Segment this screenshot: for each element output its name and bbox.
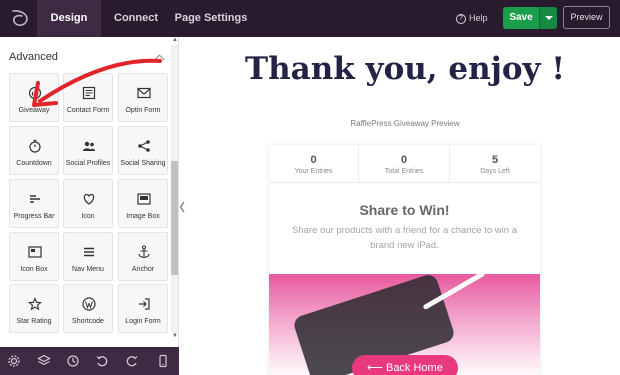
giveaway-widget[interactable]: 0 Your Entries 0 Total Entries 5 Days Le… bbox=[269, 145, 540, 375]
annotation-arrow-icon bbox=[32, 58, 162, 107]
heart-icon bbox=[83, 193, 95, 205]
icon-box-icon bbox=[28, 246, 42, 258]
scroll-up-arrow-icon[interactable]: ▲ bbox=[171, 37, 178, 45]
block-progress-bar[interactable]: Progress Bar bbox=[9, 179, 59, 228]
share-icon bbox=[138, 140, 150, 152]
page-headline[interactable]: Thank you, enjoy ! bbox=[186, 51, 620, 87]
bottom-toolbar bbox=[0, 347, 179, 375]
stat-total-entries: 0 Total Entries bbox=[359, 145, 450, 183]
redo-icon[interactable] bbox=[125, 354, 139, 368]
preview-button[interactable]: Preview bbox=[563, 6, 610, 29]
tab-connect[interactable]: Connect bbox=[104, 0, 168, 37]
undo-icon[interactable] bbox=[95, 354, 109, 368]
stopwatch-icon bbox=[29, 139, 41, 153]
save-button[interactable]: Save bbox=[503, 7, 539, 29]
tab-page-settings[interactable]: Page Settings bbox=[172, 0, 250, 37]
collapse-sidebar-chevron-left-icon[interactable] bbox=[179, 200, 186, 214]
stat-label: Your Entries bbox=[294, 168, 333, 175]
tab-design[interactable]: Design bbox=[37, 0, 101, 37]
block-icon-box[interactable]: Icon Box bbox=[9, 232, 59, 281]
block-icon[interactable]: Icon bbox=[63, 179, 113, 228]
help-icon: ? bbox=[456, 13, 466, 24]
scroll-down-arrow-icon[interactable]: ▼ bbox=[171, 333, 178, 341]
mobile-preview-icon[interactable] bbox=[156, 354, 170, 368]
stat-days-left: 5 Days Left bbox=[450, 145, 540, 183]
stat-value: 5 bbox=[491, 154, 499, 166]
block-star-rating[interactable]: Star Rating bbox=[9, 284, 59, 333]
block-label: Icon bbox=[81, 213, 95, 220]
block-shortcode[interactable]: Shortcode bbox=[63, 284, 113, 333]
help-label: Help bbox=[469, 13, 488, 23]
top-bar: Design Connect Page Settings ? Help Save … bbox=[0, 0, 620, 37]
block-image-box[interactable]: Image Box bbox=[118, 179, 168, 228]
block-label: Icon Box bbox=[20, 266, 48, 273]
history-icon[interactable] bbox=[66, 354, 80, 368]
login-icon bbox=[139, 298, 150, 310]
giveaway-preview-label: RafflePress Giveaway Preview bbox=[350, 119, 460, 128]
image-box-icon bbox=[137, 193, 151, 205]
stat-your-entries: 0 Your Entries bbox=[269, 145, 359, 183]
block-anchor[interactable]: Anchor bbox=[118, 232, 168, 281]
scrollbar-thumb[interactable] bbox=[171, 161, 178, 275]
progress-bar-icon bbox=[30, 195, 40, 203]
stat-label: Days Left bbox=[480, 168, 510, 175]
block-label: Star Rating bbox=[16, 318, 52, 325]
block-label: Countdown bbox=[16, 160, 52, 167]
block-label: Login Form bbox=[125, 318, 161, 325]
page-preview: Thank you, enjoy ! RafflePress Giveaway … bbox=[186, 37, 620, 375]
block-social-profiles[interactable]: Social Profiles bbox=[63, 126, 113, 175]
stat-value: 0 bbox=[400, 154, 408, 166]
logo-icon[interactable] bbox=[9, 7, 31, 29]
block-nav-menu[interactable]: Nav Menu bbox=[63, 232, 113, 281]
block-label: Social Profiles bbox=[65, 160, 111, 167]
block-label: Social Sharing bbox=[120, 160, 166, 167]
stat-value: 0 bbox=[310, 154, 317, 166]
star-icon bbox=[28, 297, 42, 311]
back-home-button[interactable]: ⟵ Back Home bbox=[352, 355, 458, 375]
share-description: Share our products with a friend for a c… bbox=[292, 225, 517, 251]
block-social-sharing[interactable]: Social Sharing bbox=[118, 126, 168, 175]
wordpress-icon bbox=[82, 297, 96, 311]
people-icon bbox=[83, 141, 95, 151]
stat-label: Total Entries bbox=[384, 168, 424, 175]
block-label: Anchor bbox=[131, 266, 155, 273]
help-link[interactable]: ? Help bbox=[456, 0, 488, 37]
block-label: Nav Menu bbox=[72, 266, 104, 273]
share-title: Share to Win! bbox=[359, 202, 450, 218]
anchor-icon bbox=[138, 245, 150, 259]
block-label: Image Box bbox=[126, 213, 160, 220]
block-login-form[interactable]: Login Form bbox=[118, 284, 168, 333]
menu-icon bbox=[84, 247, 94, 257]
block-countdown[interactable]: Countdown bbox=[9, 126, 59, 175]
settings-gear-icon[interactable] bbox=[7, 354, 21, 368]
block-label: Shortcode bbox=[72, 318, 104, 325]
layers-icon[interactable] bbox=[37, 354, 51, 368]
blocks-sidebar: Advanced Giveaway Contact Form Optin For… bbox=[0, 37, 179, 347]
block-label: Progress Bar bbox=[13, 213, 55, 220]
save-options-chevron-down-icon[interactable] bbox=[539, 7, 557, 29]
